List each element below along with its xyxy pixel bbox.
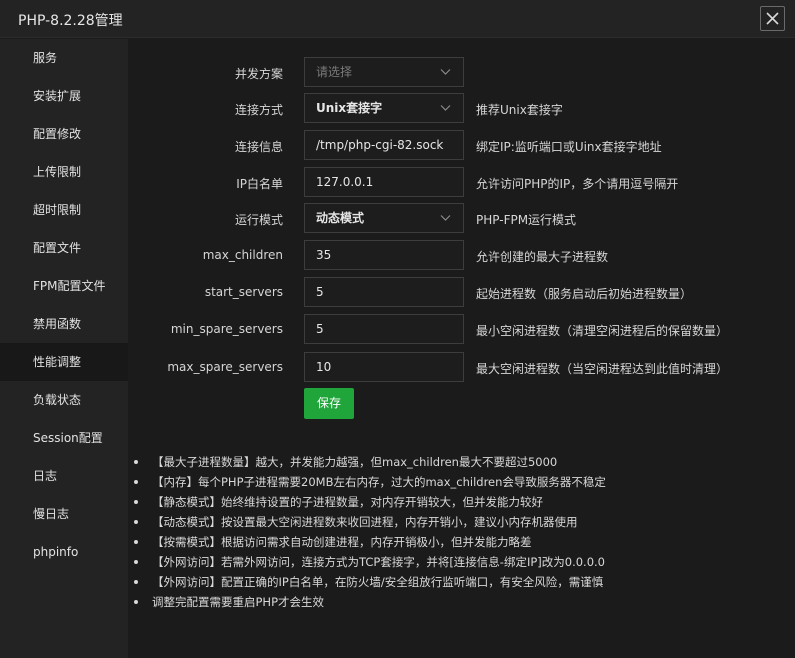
list-item: 【内存】每个PHP子进程需要20MB左右内存，过大的max_children会导… (134, 472, 766, 492)
sidebar-item-config-file[interactable]: 配置文件 (0, 229, 128, 267)
sidebar-item-config-edit[interactable]: 配置修改 (0, 115, 128, 153)
ip-whitelist-hint: 允许访问PHP的IP，多个请用逗号隔开 (476, 177, 679, 191)
list-item: 【按需模式】根据访问需求自动创建进程，内存开销极小，但并发能力略差 (134, 532, 766, 552)
connection-info-input[interactable]: /tmp/php-cgi-82.sock (304, 130, 464, 160)
title-bar: PHP-8.2.28管理 (0, 0, 795, 38)
max-spare-servers-label: max_spare_servers (167, 360, 283, 374)
list-item: 【外网访问】配置正确的IP白名单，在防火墙/安全组放行监听端口，有安全风险，需谨… (134, 572, 766, 592)
close-icon (766, 12, 779, 25)
php-manager-window: PHP-8.2.28管理 服务 安装扩展 配置修改 上传限制 超时限制 配置文件… (0, 0, 795, 658)
concurrency-scheme-select[interactable]: 请选择 (304, 57, 464, 87)
start-servers-input[interactable]: 5 (304, 277, 464, 307)
sidebar-item-timeout-limit[interactable]: 超时限制 (0, 191, 128, 229)
connection-method-label: 连接方式 (234, 103, 283, 117)
bullet-icon (134, 540, 138, 544)
sidebar-item-fpm-config-file[interactable]: FPM配置文件 (0, 267, 128, 305)
concurrency-scheme-placeholder: 请选择 (316, 65, 353, 79)
sidebar-item-logs[interactable]: 日志 (0, 457, 128, 495)
sidebar-item-session-config[interactable]: Session配置 (0, 419, 128, 457)
concurrency-scheme-label: 并发方案 (234, 67, 283, 81)
max-children-hint: 允许创建的最大子进程数 (476, 250, 609, 264)
run-mode-hint: PHP-FPM运行模式 (476, 213, 577, 227)
sidebar-item-service[interactable]: 服务 (0, 39, 128, 77)
bullet-icon (134, 520, 138, 524)
note-text: 【最大子进程数量】越大，并发能力越强，但max_children最大不要超过50… (152, 455, 558, 469)
list-item: 【外网访问】若需外网访问，连接方式为TCP套接字，并将[连接信息-绑定IP]改为… (134, 552, 766, 572)
note-text: 【按需模式】根据访问需求自动创建进程，内存开销极小，但并发能力略差 (152, 535, 532, 549)
chevron-down-icon (440, 105, 451, 111)
window-title: PHP-8.2.28管理 (18, 13, 123, 29)
sidebar-item-disabled-functions[interactable]: 禁用函数 (0, 305, 128, 343)
sidebar-item-phpinfo[interactable]: phpinfo (0, 533, 128, 571)
list-item: 【静态模式】始终维持设置的子进程数量，对内存开销较大，但并发能力较好 (134, 492, 766, 512)
bullet-icon (134, 460, 138, 464)
close-button[interactable] (760, 6, 785, 31)
bullet-icon (134, 500, 138, 504)
chevron-down-icon (440, 69, 451, 75)
connection-method-hint: 推荐Unix套接字 (476, 103, 563, 117)
run-mode-select[interactable]: 动态模式 (304, 203, 464, 233)
note-text: 【外网访问】若需外网访问，连接方式为TCP套接字，并将[连接信息-绑定IP]改为… (152, 555, 605, 569)
note-text: 【外网访问】配置正确的IP白名单，在防火墙/安全组放行监听端口，有安全风险，需谨… (152, 575, 604, 589)
start-servers-label: start_servers (204, 285, 283, 299)
bullet-icon (134, 580, 138, 584)
ip-whitelist-label: IP白名单 (236, 177, 283, 191)
list-item: 【动态模式】按设置最大空闲进程数来收回进程，内存开销小，建议小内存机器使用 (134, 512, 766, 532)
ip-whitelist-input[interactable]: 127.0.0.1 (304, 167, 464, 197)
sidebar-item-install-extensions[interactable]: 安装扩展 (0, 77, 128, 115)
max-spare-servers-input[interactable]: 10 (304, 352, 464, 382)
note-text: 【动态模式】按设置最大空闲进程数来收回进程，内存开销小，建议小内存机器使用 (152, 515, 578, 529)
connection-method-select[interactable]: Unix套接字 (304, 93, 464, 123)
note-text: 【静态模式】始终维持设置的子进程数量，对内存开销较大，但并发能力较好 (152, 495, 543, 509)
note-text: 【内存】每个PHP子进程需要20MB左右内存，过大的max_children会导… (152, 475, 606, 489)
connection-info-label: 连接信息 (234, 140, 283, 154)
sidebar-item-slow-log[interactable]: 慢日志 (0, 495, 128, 533)
list-item: 【最大子进程数量】越大，并发能力越强，但max_children最大不要超过50… (134, 452, 766, 472)
save-button[interactable]: 保存 (304, 388, 354, 419)
start-servers-hint: 起始进程数（服务启动后初始进程数量） (476, 287, 693, 301)
max-children-label: max_children (202, 248, 283, 262)
run-mode-label: 运行模式 (234, 213, 283, 227)
min-spare-servers-label: min_spare_servers (170, 322, 283, 336)
connection-method-value: Unix套接字 (316, 101, 383, 115)
max-spare-servers-hint: 最大空闲进程数（当空闲进程达到此值时清理） (476, 362, 729, 376)
chevron-down-icon (440, 215, 451, 221)
sidebar: 服务 安装扩展 配置修改 上传限制 超时限制 配置文件 FPM配置文件 禁用函数… (0, 39, 128, 658)
bullet-icon (134, 560, 138, 564)
min-spare-servers-hint: 最小空闲进程数（清理空闲进程后的保留数量） (476, 324, 729, 338)
connection-info-hint: 绑定IP:监听端口或Uinx套接字地址 (476, 140, 662, 154)
notes-list: 【最大子进程数量】越大，并发能力越强，但max_children最大不要超过50… (134, 452, 766, 612)
bullet-icon (134, 480, 138, 484)
list-item: 调整完配置需要重启PHP才会生效 (134, 592, 766, 612)
bullet-icon (134, 600, 138, 604)
max-children-input[interactable]: 35 (304, 240, 464, 270)
sidebar-item-performance-tuning[interactable]: 性能调整 (0, 343, 128, 381)
performance-tuning-panel: 并发方案 请选择 连接方式 Unix套接字 推荐Unix套接字 连接信息 /tm… (128, 39, 795, 658)
sidebar-item-upload-limit[interactable]: 上传限制 (0, 153, 128, 191)
min-spare-servers-input[interactable]: 5 (304, 314, 464, 344)
run-mode-value: 动态模式 (316, 211, 365, 225)
note-text: 调整完配置需要重启PHP才会生效 (152, 595, 325, 609)
sidebar-item-load-status[interactable]: 负载状态 (0, 381, 128, 419)
